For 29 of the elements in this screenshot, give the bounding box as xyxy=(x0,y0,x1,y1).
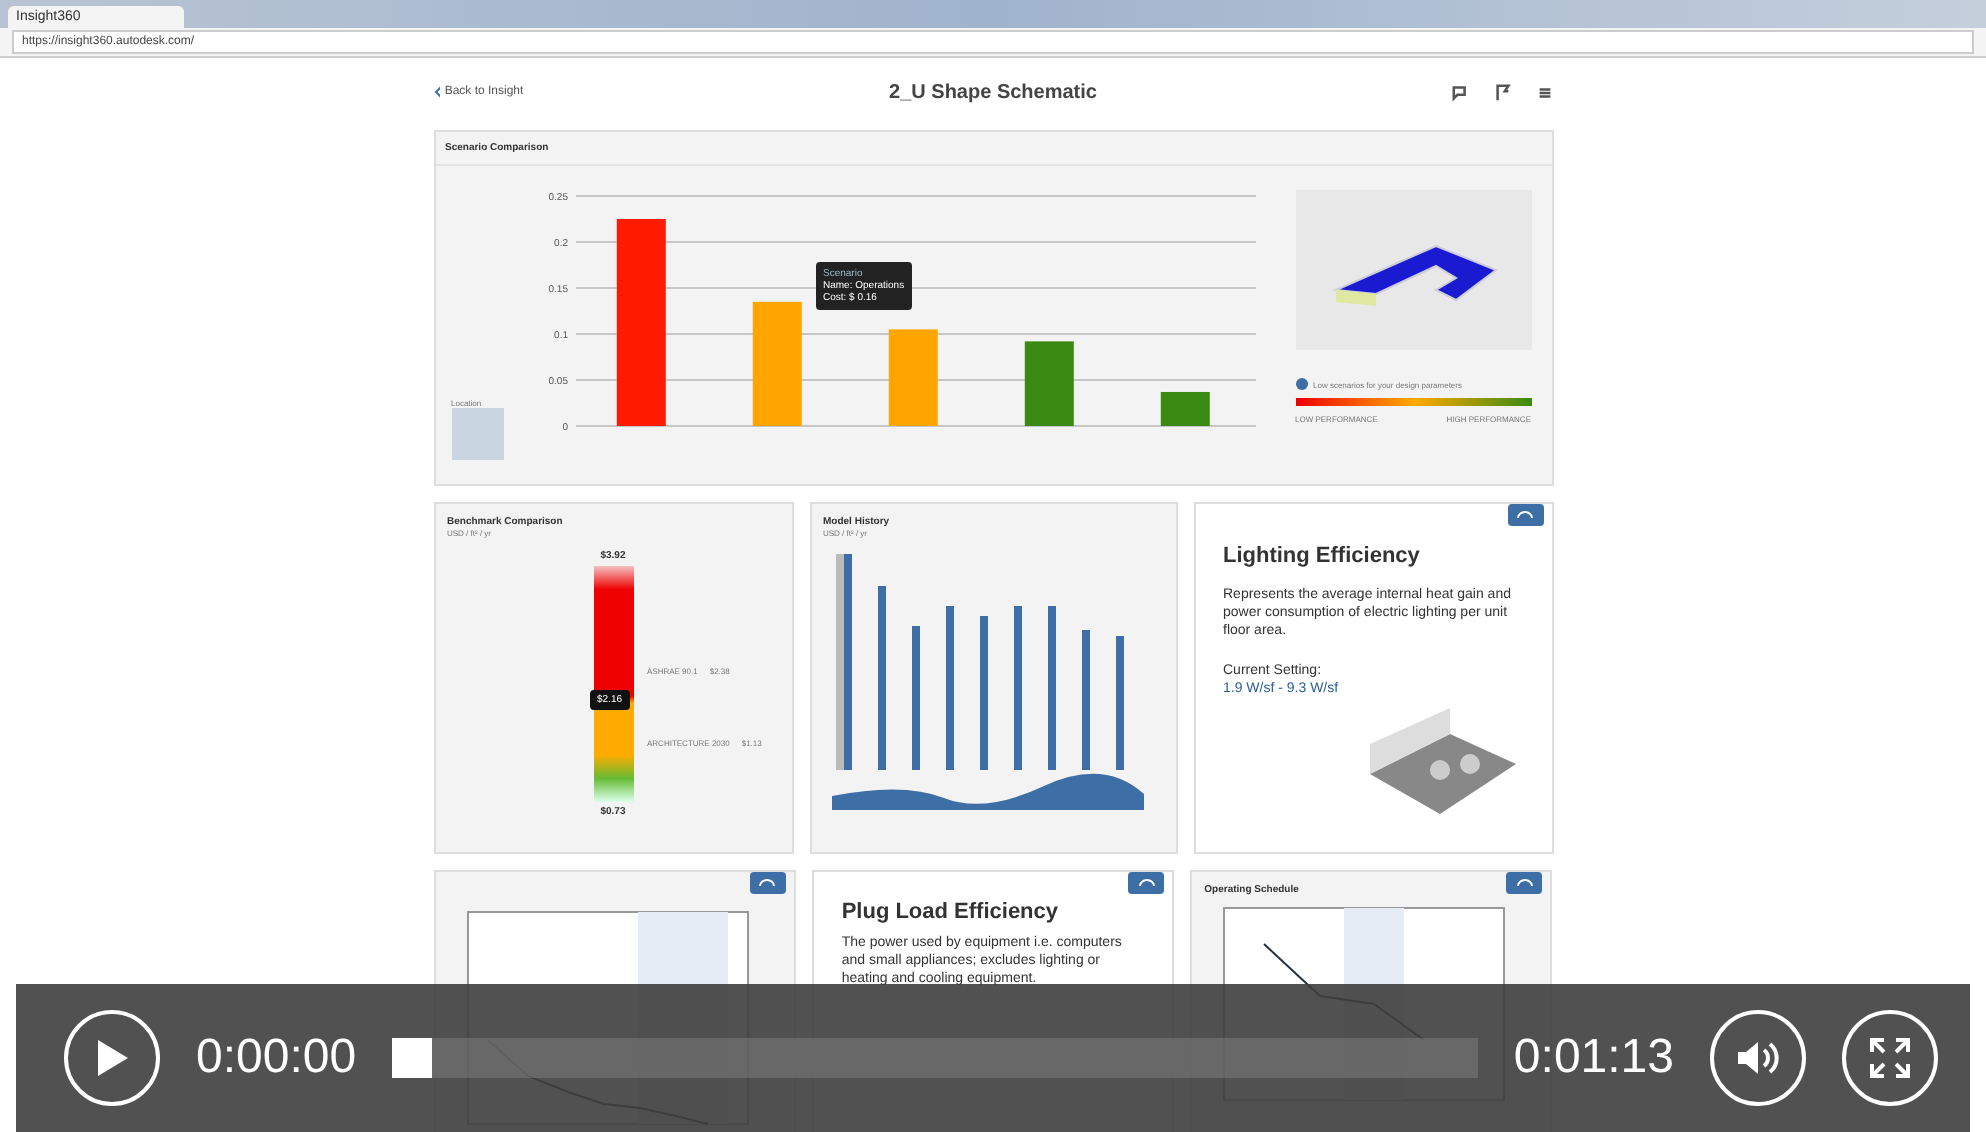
rotate-icon xyxy=(1515,877,1534,889)
info-icon xyxy=(1295,378,1307,390)
volume-button[interactable] xyxy=(1710,1010,1806,1106)
rotate-icon xyxy=(758,877,777,889)
flip-button[interactable] xyxy=(1506,872,1543,894)
flip-button[interactable] xyxy=(1507,504,1543,526)
rotate-icon xyxy=(1516,509,1534,521)
chevron-left-icon xyxy=(433,86,441,98)
progress-track[interactable] xyxy=(392,1038,1478,1078)
play-icon xyxy=(94,1038,130,1078)
speaker-icon xyxy=(1734,1038,1782,1078)
fullscreen-button[interactable] xyxy=(1842,1010,1938,1106)
map-thumbnail[interactable] xyxy=(451,408,503,460)
chat-icon[interactable] xyxy=(1451,83,1469,101)
flag-icon[interactable] xyxy=(1493,83,1511,101)
flip-button[interactable] xyxy=(1128,872,1165,894)
rotate-icon xyxy=(1137,877,1156,889)
bar[interactable] xyxy=(615,219,665,426)
total-time: 0:01:13 xyxy=(1513,1030,1674,1086)
elapsed-time: 0:00:00 xyxy=(196,1030,357,1086)
fullscreen-icon xyxy=(1868,1036,1912,1080)
card-title: Lighting Efficiency xyxy=(1223,544,1422,568)
bar[interactable] xyxy=(1159,391,1209,426)
page-title: 2_U Shape Schematic xyxy=(889,81,1097,103)
card-title: Plug Load Efficiency xyxy=(841,900,1061,924)
flip-button[interactable] xyxy=(749,872,786,894)
bar[interactable] xyxy=(1023,341,1073,426)
progress-thumb[interactable] xyxy=(392,1038,433,1078)
play-button[interactable] xyxy=(64,1010,160,1106)
